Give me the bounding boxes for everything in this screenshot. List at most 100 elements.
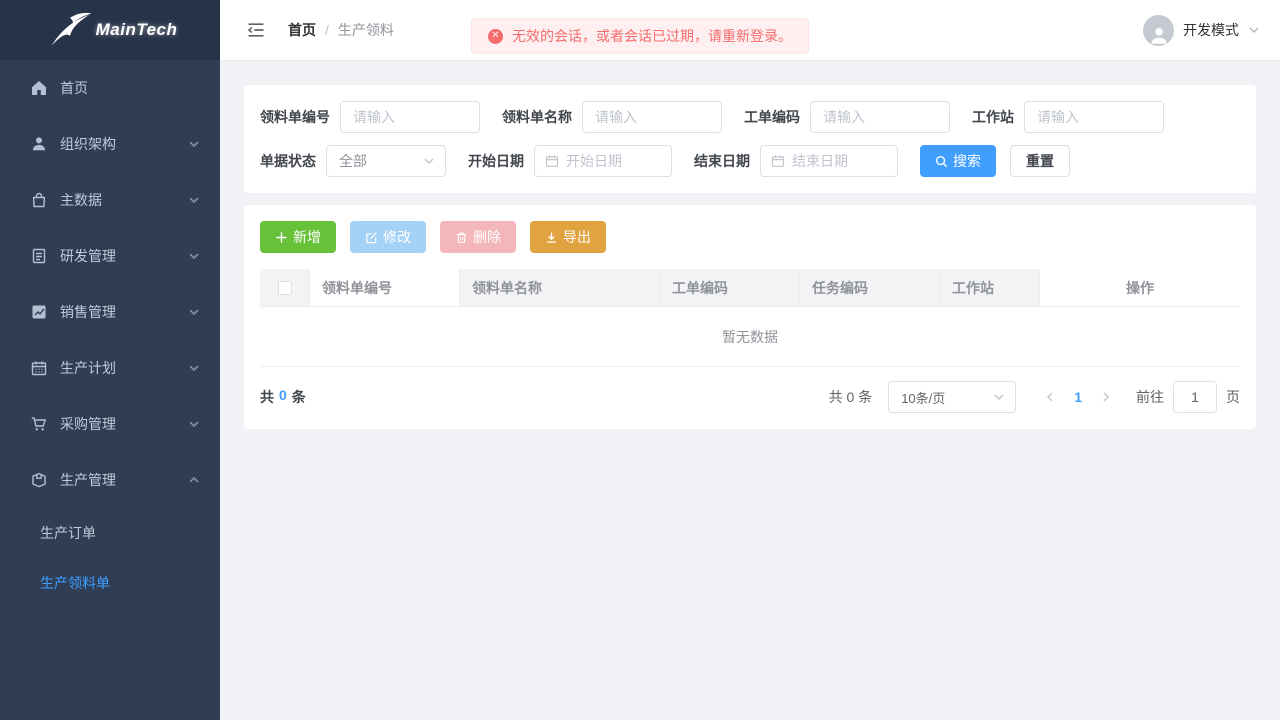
user-menu[interactable]: 开发模式 xyxy=(1143,15,1260,46)
sidebar-item-label: 采购管理 xyxy=(60,414,116,434)
start-date-picker[interactable]: 开始日期 xyxy=(534,145,672,177)
table-footer: 共 0 条 共 0 条 10条/页 xyxy=(260,381,1240,413)
search-button[interactable]: 搜索 xyxy=(920,145,996,177)
export-button[interactable]: 导出 xyxy=(530,221,606,253)
chevron-down-icon xyxy=(188,418,200,430)
page-size-select[interactable]: 10条/页 xyxy=(888,381,1016,413)
requisition-no-input[interactable] xyxy=(340,101,480,133)
calendar-icon xyxy=(771,154,785,168)
prev-page-icon[interactable] xyxy=(1044,391,1056,403)
chevron-down-icon xyxy=(993,391,1005,403)
header-cell: 领料单名称 xyxy=(460,269,660,307)
field-label: 单据状态 xyxy=(260,151,316,171)
logo-text: MainTech xyxy=(96,20,178,40)
calendar-icon xyxy=(30,359,48,377)
filter-end-date: 结束日期 结束日期 xyxy=(694,145,898,177)
filter-panel: 领料单编号 领料单名称 工单编码 工作站 xyxy=(244,85,1256,193)
filter-status: 单据状态 全部 xyxy=(260,145,446,177)
sidebar: MainTech 首页 组织架构 xyxy=(0,0,220,720)
edit-button: 修改 xyxy=(350,221,426,253)
submenu-item-label: 生产领料单 xyxy=(40,573,110,593)
work-order-code-input[interactable] xyxy=(810,101,950,133)
sidebar-item-sales-management[interactable]: 销售管理 xyxy=(0,284,220,340)
sidebar-item-purchase-management[interactable]: 采购管理 xyxy=(0,396,220,452)
field-label: 开始日期 xyxy=(468,151,524,171)
calendar-icon xyxy=(545,154,559,168)
error-toast: ✕ 无效的会话，或者会话已过期，请重新登录。 xyxy=(471,18,809,54)
sidebar-item-home[interactable]: 首页 xyxy=(0,60,220,116)
error-circle-icon: ✕ xyxy=(488,29,503,44)
search-button-label: 搜索 xyxy=(953,151,981,171)
field-label: 领料单编号 xyxy=(260,107,330,127)
toast-message: 无效的会话，或者会话已过期，请重新登录。 xyxy=(512,26,792,46)
header-cell-select xyxy=(260,269,310,307)
total-prefix: 共 xyxy=(260,387,274,407)
page-content: 领料单编号 领料单名称 工单编码 工作站 xyxy=(220,61,1280,453)
sidebar-item-rd-management[interactable]: 研发管理 xyxy=(0,228,220,284)
chart-icon xyxy=(30,303,48,321)
header-cell: 任务编码 xyxy=(800,269,940,307)
total-suffix: 条 xyxy=(292,387,306,407)
sidebar-item-organization[interactable]: 组织架构 xyxy=(0,116,220,172)
field-label: 结束日期 xyxy=(694,151,750,171)
sidebar-item-label: 主数据 xyxy=(60,190,102,210)
breadcrumb-separator: / xyxy=(325,22,329,38)
sidebar-collapse-icon[interactable] xyxy=(246,20,266,40)
status-select[interactable]: 全部 xyxy=(326,145,446,177)
total-count: 0 xyxy=(279,387,287,407)
requisition-name-input[interactable] xyxy=(582,101,722,133)
next-page-icon[interactable] xyxy=(1100,391,1112,403)
chevron-down-icon xyxy=(1248,24,1260,36)
chevron-down-icon xyxy=(188,362,200,374)
breadcrumb: 首页 / 生产领料 xyxy=(288,20,394,40)
pagination-total: 共 0 条 xyxy=(829,387,873,407)
select-all-checkbox[interactable] xyxy=(278,281,292,295)
production-submenu: 生产订单 生产领料单 xyxy=(0,508,220,608)
app-root: MainTech 首页 组织架构 xyxy=(0,0,1280,720)
goto-suffix: 页 xyxy=(1226,387,1240,407)
reset-button[interactable]: 重置 xyxy=(1010,145,1070,177)
cart-icon xyxy=(30,415,48,433)
field-label: 领料单名称 xyxy=(502,107,572,127)
page-number-1[interactable]: 1 xyxy=(1074,389,1082,405)
breadcrumb-home[interactable]: 首页 xyxy=(288,20,316,40)
package-icon xyxy=(30,471,48,489)
status-select-value: 全部 xyxy=(339,151,367,171)
workstation-input[interactable] xyxy=(1024,101,1164,133)
home-icon xyxy=(30,79,48,97)
sidebar-item-production-order[interactable]: 生产订单 xyxy=(0,508,220,558)
add-button-label: 新增 xyxy=(293,227,321,247)
app-logo: MainTech xyxy=(0,0,220,60)
sidebar-item-label: 首页 xyxy=(60,78,88,98)
export-button-label: 导出 xyxy=(563,227,591,247)
page-size-value: 10条/页 xyxy=(901,388,945,407)
reset-button-label: 重置 xyxy=(1026,151,1054,171)
table-panel: 新增 修改 删除 导出 xyxy=(244,205,1256,429)
add-button[interactable]: 新增 xyxy=(260,221,336,253)
end-date-picker[interactable]: 结束日期 xyxy=(760,145,898,177)
chevron-down-icon xyxy=(423,155,435,167)
goto-page-input[interactable] xyxy=(1173,381,1217,413)
sidebar-item-label: 组织架构 xyxy=(60,134,116,154)
table-toolbar: 新增 修改 删除 导出 xyxy=(260,221,1240,253)
filter-requisition-no: 领料单编号 xyxy=(260,101,480,133)
field-label: 工单编码 xyxy=(744,107,800,127)
delete-button-label: 删除 xyxy=(473,227,501,247)
header-cell-actions: 操作 xyxy=(1040,269,1240,307)
header-cell: 工单编码 xyxy=(660,269,800,307)
chevron-down-icon xyxy=(188,138,200,150)
logo-swoosh-icon xyxy=(43,11,95,49)
filter-work-order-code: 工单编码 xyxy=(744,101,950,133)
edit-icon xyxy=(365,231,378,244)
data-table: 领料单编号 领料单名称 工单编码 任务编码 工作站 操作 暂无数据 xyxy=(260,269,1240,367)
plus-icon xyxy=(275,231,288,244)
table-header-row: 领料单编号 领料单名称 工单编码 任务编码 工作站 操作 xyxy=(260,269,1240,307)
sidebar-item-production-management[interactable]: 生产管理 xyxy=(0,452,220,508)
sidebar-item-production-plan[interactable]: 生产计划 xyxy=(0,340,220,396)
sidebar-item-master-data[interactable]: 主数据 xyxy=(0,172,220,228)
goto-label: 前往 xyxy=(1136,387,1164,407)
sidebar-item-production-requisition[interactable]: 生产领料单 xyxy=(0,558,220,608)
chevron-down-icon xyxy=(188,194,200,206)
sidebar-item-label: 生产管理 xyxy=(60,470,116,490)
sidebar-item-label: 销售管理 xyxy=(60,302,116,322)
